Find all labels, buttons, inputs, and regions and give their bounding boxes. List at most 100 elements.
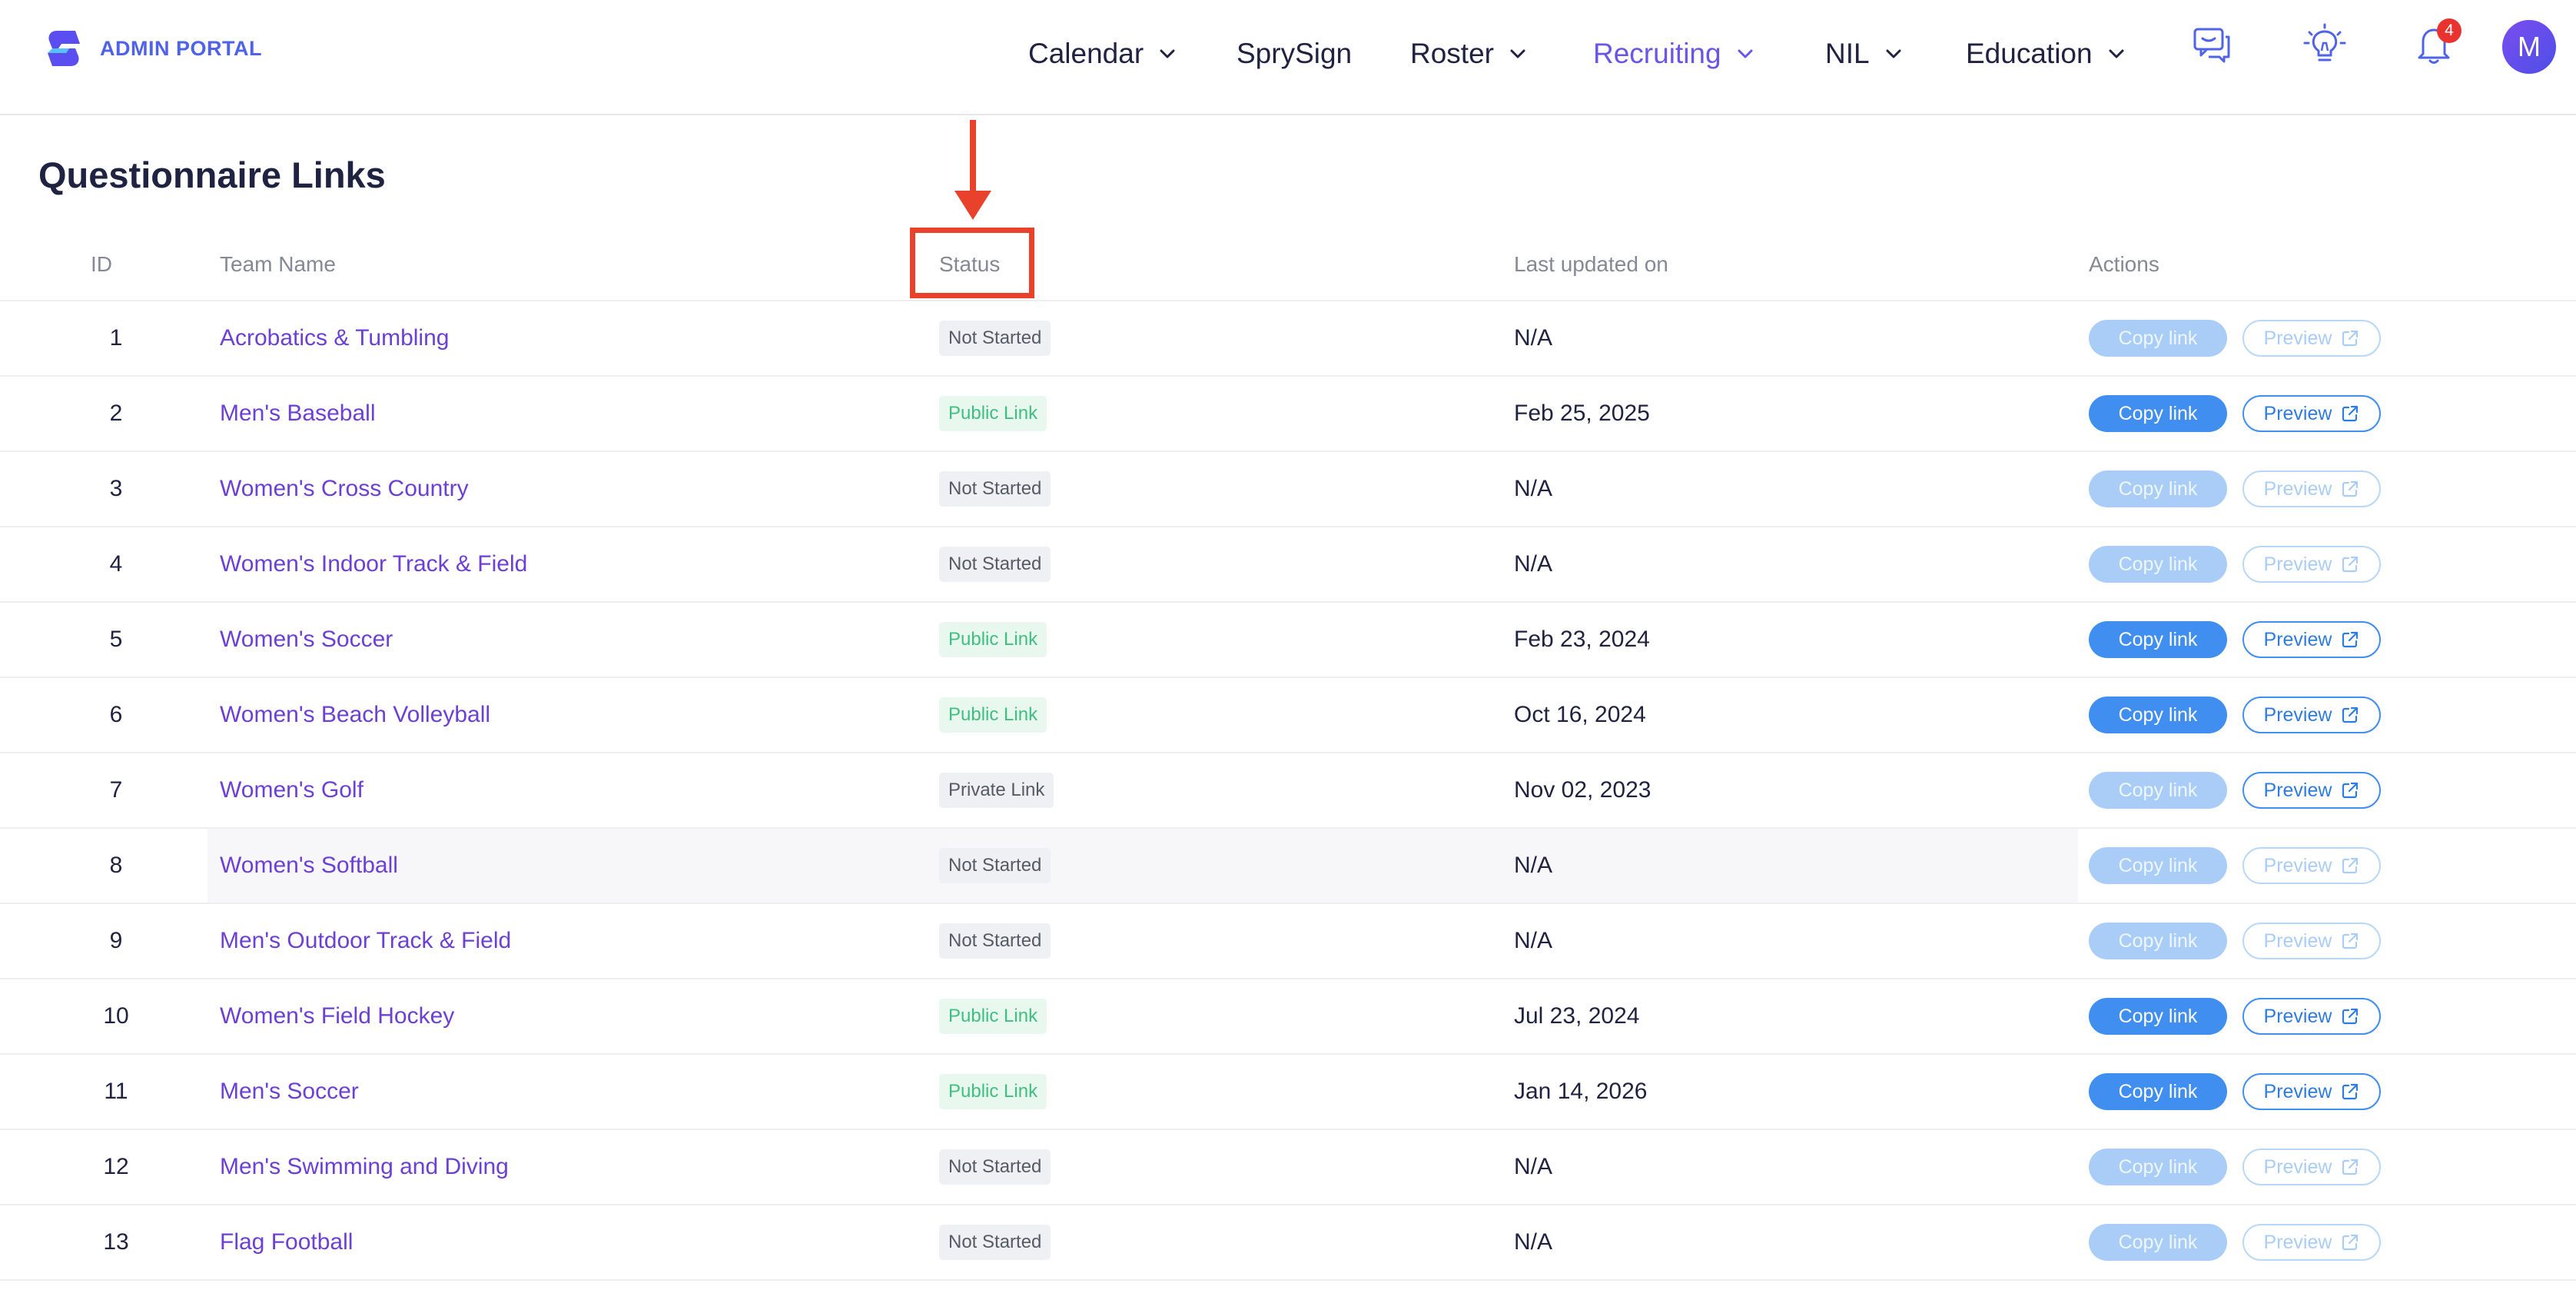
nav-education-label: Education	[1966, 38, 2093, 69]
chat-feedback-button[interactable]	[2187, 20, 2236, 69]
status-cell: Not Started	[939, 527, 1051, 601]
chevron-down-icon	[1738, 49, 1753, 58]
status-badge: Not Started	[939, 471, 1051, 507]
status-cell: Public Link	[939, 979, 1047, 1053]
row-id: 3	[109, 476, 123, 501]
status-badge: Public Link	[939, 1074, 1047, 1109]
team-name-link[interactable]: Men's Swimming and Diving	[220, 1130, 509, 1204]
nav-roster[interactable]: Roster	[1410, 34, 1526, 74]
column-header-last-updated: Last updated on	[1514, 252, 1668, 276]
team-name-link[interactable]: Flag Football	[220, 1205, 353, 1279]
copy-link-button[interactable]: Copy link	[2089, 320, 2227, 357]
copy-link-button[interactable]: Copy link	[2089, 847, 2227, 884]
preview-button[interactable]: Preview	[2242, 923, 2381, 959]
row-actions: Copy link Preview	[2089, 829, 2381, 903]
nav-nil[interactable]: NIL	[1825, 34, 1902, 74]
preview-button[interactable]: Preview	[2242, 1073, 2381, 1110]
copy-link-button[interactable]: Copy link	[2089, 923, 2227, 959]
page-title: Questionnaire Links	[38, 155, 386, 195]
last-updated-date: Feb 25, 2025	[1514, 401, 1650, 426]
preview-button[interactable]: Preview	[2242, 1224, 2381, 1261]
team-name-link[interactable]: Men's Outdoor Track & Field	[220, 904, 511, 978]
preview-label: Preview	[2263, 553, 2332, 575]
team-name-link[interactable]: Women's Beach Volleyball	[220, 678, 490, 752]
preview-button[interactable]: Preview	[2242, 546, 2381, 583]
column-header-actions: Actions	[2089, 252, 2159, 276]
user-avatar[interactable]: M	[2502, 20, 2556, 74]
status-cell: Public Link	[939, 377, 1047, 451]
nav-education[interactable]: Education	[1966, 34, 2125, 74]
team-name-link[interactable]: Women's Indoor Track & Field	[220, 527, 527, 601]
table-row: 2 Men's Baseball Public Link Feb 25, 202…	[0, 377, 2576, 452]
notifications-button[interactable]: 4	[2409, 18, 2461, 69]
copy-link-button[interactable]: Copy link	[2089, 1149, 2227, 1185]
copy-link-button[interactable]: Copy link	[2089, 546, 2227, 583]
last-updated-date: N/A	[1514, 1154, 1553, 1179]
team-name-link[interactable]: Women's Soccer	[220, 603, 393, 677]
row-actions: Copy link Preview	[2089, 377, 2381, 451]
preview-button[interactable]: Preview	[2242, 1149, 2381, 1185]
column-header-id: ID	[91, 252, 112, 276]
table-row: 8 Women's Softball Not Started N/A Copy …	[0, 829, 2576, 904]
preview-button[interactable]: Preview	[2242, 621, 2381, 658]
down-arrow-icon	[954, 120, 991, 220]
row-id: 8	[109, 853, 123, 878]
row-actions: Copy link Preview	[2089, 603, 2381, 677]
external-link-icon	[2342, 1159, 2359, 1175]
last-updated-date: N/A	[1514, 325, 1553, 351]
ideas-button[interactable]	[2300, 20, 2349, 69]
team-name-link[interactable]: Women's Golf	[220, 753, 363, 827]
status-cell: Not Started	[939, 452, 1051, 526]
row-actions: Copy link Preview	[2089, 904, 2381, 978]
nav-sprysign-label: SprySign	[1237, 38, 1353, 69]
copy-link-button[interactable]: Copy link	[2089, 1073, 2227, 1110]
row-id: 6	[109, 702, 123, 727]
row-actions: Copy link Preview	[2089, 527, 2381, 601]
row-actions: Copy link Preview	[2089, 979, 2381, 1053]
team-name-link[interactable]: Women's Cross Country	[220, 452, 469, 526]
last-updated-date: N/A	[1514, 928, 1553, 953]
nav-sprysign[interactable]: SprySign	[1237, 34, 1352, 74]
preview-button[interactable]: Preview	[2242, 697, 2381, 733]
external-link-icon	[2342, 405, 2359, 422]
team-name-link[interactable]: Acrobatics & Tumbling	[220, 301, 449, 375]
preview-label: Preview	[2263, 1231, 2332, 1253]
table-row: 10 Women's Field Hockey Public Link Jul …	[0, 979, 2576, 1055]
team-name-link[interactable]: Women's Field Hockey	[220, 979, 454, 1053]
preview-label: Preview	[2263, 327, 2332, 349]
status-badge: Public Link	[939, 697, 1047, 733]
copy-link-button[interactable]: Copy link	[2089, 697, 2227, 733]
table-row: 13 Flag Football Not Started N/A Copy li…	[0, 1205, 2576, 1281]
table-row: 11 Men's Soccer Public Link Jan 14, 2026…	[0, 1055, 2576, 1130]
external-link-icon	[2342, 1234, 2359, 1251]
status-badge: Public Link	[939, 999, 1047, 1034]
copy-link-button[interactable]: Copy link	[2089, 470, 2227, 507]
last-updated-date: Feb 23, 2024	[1514, 627, 1650, 652]
preview-label: Preview	[2263, 779, 2332, 801]
nav-recruiting[interactable]: Recruiting	[1593, 34, 1754, 74]
preview-button[interactable]: Preview	[2242, 772, 2381, 809]
team-name-link[interactable]: Women's Softball	[220, 829, 398, 903]
copy-link-button[interactable]: Copy link	[2089, 621, 2227, 658]
copy-link-button[interactable]: Copy link	[2089, 772, 2227, 809]
team-name-link[interactable]: Men's Baseball	[220, 377, 376, 451]
table-row: 1 Acrobatics & Tumbling Not Started N/A …	[0, 301, 2576, 377]
preview-button[interactable]: Preview	[2242, 470, 2381, 507]
team-name-link[interactable]: Men's Soccer	[220, 1055, 359, 1129]
row-actions: Copy link Preview	[2089, 452, 2381, 526]
copy-link-button[interactable]: Copy link	[2089, 1224, 2227, 1261]
preview-button[interactable]: Preview	[2242, 320, 2381, 357]
last-updated-date: N/A	[1514, 1229, 1553, 1255]
preview-button[interactable]: Preview	[2242, 847, 2381, 884]
copy-link-button[interactable]: Copy link	[2089, 395, 2227, 432]
nav-calendar[interactable]: Calendar	[1028, 34, 1176, 74]
questionnaire-links-table: ID Team Name Status Last updated on Acti…	[0, 229, 2576, 1281]
preview-button[interactable]: Preview	[2242, 395, 2381, 432]
chat-feedback-icon	[2193, 28, 2230, 63]
external-link-icon	[2342, 857, 2359, 874]
preview-button[interactable]: Preview	[2242, 998, 2381, 1035]
copy-link-button[interactable]: Copy link	[2089, 998, 2227, 1035]
status-cell: Not Started	[939, 1205, 1051, 1279]
row-hover-highlight	[207, 829, 2078, 903]
row-id: 10	[103, 1003, 129, 1029]
